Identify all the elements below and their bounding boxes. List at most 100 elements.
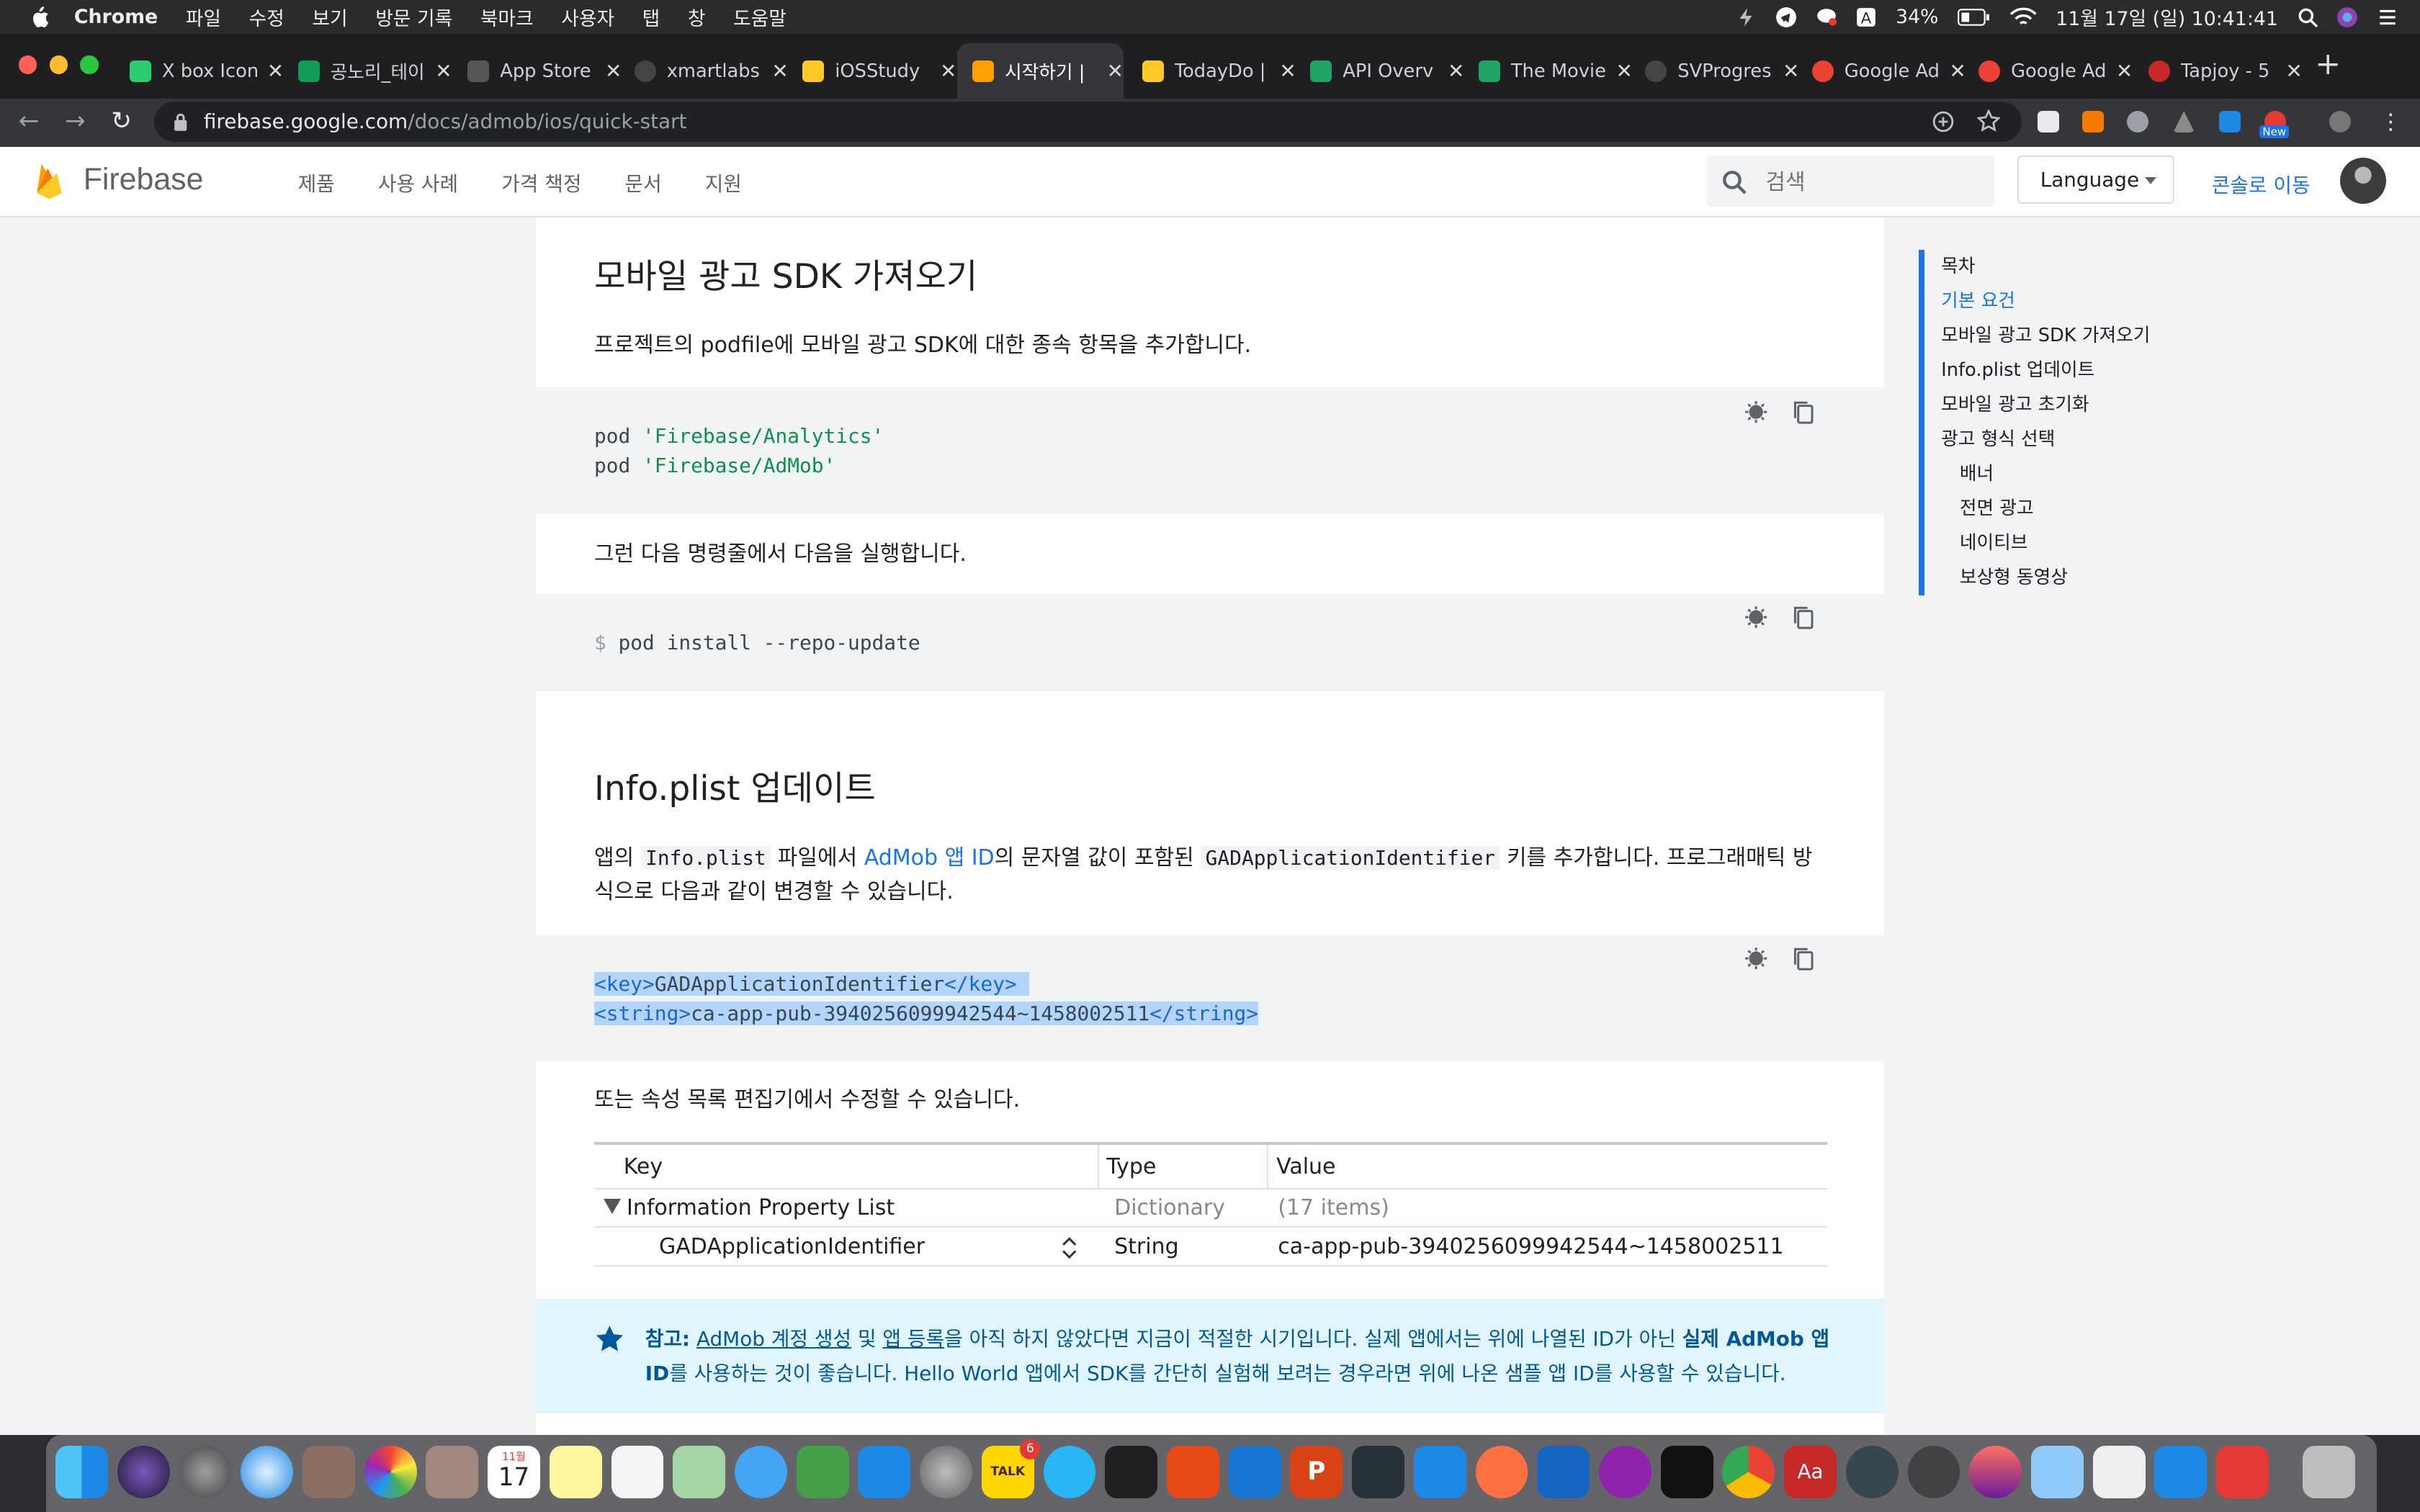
textedit-icon[interactable] (2092, 1445, 2146, 1498)
tab-close-icon[interactable]: ✕ (267, 59, 284, 83)
tab-movie[interactable]: The Movie ✕ (1478, 50, 1633, 93)
tab-close-icon[interactable]: ✕ (1279, 59, 1296, 83)
tab-iosstudy[interactable]: iOSStudy ✕ (802, 50, 956, 93)
powerpoint-icon[interactable]: P (1290, 1445, 1343, 1498)
telegram-icon[interactable] (1775, 6, 1797, 28)
tab-xbox-icon[interactable]: X box Icon ✕ (130, 50, 284, 93)
tab-close-icon[interactable]: ✕ (605, 59, 622, 83)
address-bar[interactable]: firebase.google.com/docs/admob/ios/quick… (154, 102, 2022, 143)
menu-edit[interactable]: 수정 (249, 3, 284, 31)
siri-icon[interactable] (2336, 6, 2358, 28)
downloads-folder-icon[interactable] (2154, 1445, 2208, 1498)
nav-support[interactable]: 지원 (705, 168, 742, 197)
macos-installer-icon[interactable] (1969, 1445, 2022, 1498)
copy-icon[interactable] (1791, 946, 1815, 971)
messages-icon[interactable] (734, 1445, 787, 1498)
toc-subitem-interstitial[interactable]: 전면 광고 (1941, 492, 2150, 526)
image-capture-icon[interactable] (302, 1445, 355, 1498)
menu-view[interactable]: 보기 (312, 3, 347, 31)
podcasts-icon[interactable] (1598, 1445, 1652, 1498)
tab-svprogress[interactable]: SVProgres ✕ (1645, 50, 1799, 93)
lock-icon[interactable] (173, 112, 188, 132)
tab-app-store[interactable]: App Store ✕ (467, 50, 622, 93)
battery-icon[interactable] (1957, 6, 1991, 28)
spotlight-search-icon[interactable] (2297, 6, 2318, 28)
nav-products[interactable]: 제품 (298, 168, 335, 197)
toc-subitem-rewarded-video[interactable]: 보상형 동영상 (1941, 561, 2150, 595)
tab-google-ads-2[interactable]: Google Ad ✕ (1978, 50, 2133, 93)
tab-google-ads-1[interactable]: Google Ad ✕ (1811, 50, 1966, 93)
maps-icon[interactable] (673, 1445, 726, 1498)
stepper-arrows-icon[interactable] (1062, 1234, 1077, 1262)
apple-tv-icon[interactable] (1660, 1445, 1713, 1498)
photos-icon[interactable] (364, 1445, 417, 1498)
launchpad-icon[interactable] (179, 1445, 232, 1498)
chrome-icon[interactable] (1722, 1445, 1775, 1498)
language-dropdown[interactable]: Language (2017, 156, 2175, 204)
tab-tapjoy[interactable]: Tapjoy - 5 ✕ (2148, 50, 2303, 93)
network-utility-icon[interactable] (1907, 1445, 1960, 1498)
bookmark-star-icon[interactable] (1976, 109, 2001, 132)
tab-close-icon[interactable]: ✕ (1107, 59, 1124, 83)
dark-theme-toggle-icon[interactable] (1744, 400, 1768, 424)
tab-close-icon[interactable]: ✕ (1616, 59, 1633, 83)
wifi-icon[interactable] (2009, 6, 2038, 28)
bolt-icon[interactable] (1735, 6, 1757, 28)
forward-arrow-icon[interactable]: → (65, 107, 86, 135)
finder-icon[interactable] (55, 1445, 108, 1498)
terminal-icon[interactable] (1105, 1445, 1158, 1498)
tab-close-icon[interactable]: ✕ (940, 59, 956, 83)
dark-theme-toggle-icon[interactable] (1744, 946, 1768, 971)
chrome-menu-icon[interactable]: ⋮ (2380, 109, 2401, 135)
chat-icon[interactable] (1816, 6, 1837, 28)
tab-close-icon[interactable]: ✕ (1783, 59, 1799, 83)
tab-api-overview[interactable]: API Overv ✕ (1310, 50, 1464, 93)
tab-spreadsheet[interactable]: 공노리_테이 ✕ (297, 50, 452, 93)
extension-ex-icon[interactable] (2081, 111, 2104, 133)
menu-help[interactable]: 도움말 (733, 3, 786, 31)
tab-close-icon[interactable]: ✕ (771, 59, 788, 83)
tab-xmartlabs[interactable]: xmartlabs ✕ (634, 50, 789, 93)
safari-icon[interactable] (241, 1445, 294, 1498)
zoom-window-button[interactable] (80, 55, 99, 74)
menu-history[interactable]: 방문 기록 (375, 3, 452, 31)
contacts-icon[interactable] (426, 1445, 479, 1498)
nav-use-cases[interactable]: 사용 사례 (378, 168, 458, 197)
xcode-icon[interactable] (1228, 1445, 1281, 1498)
profile-avatar-icon[interactable] (2329, 111, 2351, 133)
calendar-icon[interactable]: 11월 17 (488, 1445, 540, 1498)
telegram-icon[interactable] (1043, 1445, 1096, 1498)
toc-item-select-format[interactable]: 광고 형식 선택 (1941, 423, 2150, 457)
keynote-icon[interactable] (2030, 1445, 2084, 1498)
extension-s-icon[interactable] (2219, 111, 2241, 133)
notification-center-icon[interactable] (2377, 6, 2398, 28)
trash-icon[interactable] (2303, 1445, 2355, 1498)
reminders-icon[interactable] (611, 1445, 664, 1498)
tab-active-getting-started[interactable]: 시작하기 | ✕ (956, 42, 1124, 99)
app-store-icon[interactable] (858, 1445, 911, 1498)
facetime-icon[interactable] (796, 1445, 849, 1498)
flash-icon[interactable] (2216, 1445, 2269, 1498)
back-arrow-icon[interactable]: ← (19, 107, 40, 135)
toc-subitem-banner[interactable]: 배너 (1941, 457, 2150, 492)
table-row[interactable]: GADApplicationIdentifier String ca-app-p… (593, 1228, 1828, 1266)
minimize-window-button[interactable] (49, 55, 68, 74)
search-input[interactable] (1762, 168, 1985, 197)
go-to-console-link[interactable]: 콘솔로 이동 (2212, 170, 2311, 199)
tab-close-icon[interactable]: ✕ (1949, 59, 1966, 83)
toc-item-import-sdk[interactable]: 모바일 광고 SDK 가져오기 (1941, 319, 2150, 354)
clock[interactable]: 11월 17일 (일) 10:41:41 (2056, 3, 2278, 31)
register-app-link[interactable]: 앱 등록 (882, 1327, 944, 1351)
google-drive-icon[interactable] (2173, 111, 2195, 133)
user-avatar[interactable] (2339, 157, 2386, 204)
notes-icon[interactable] (549, 1445, 602, 1498)
siri-icon[interactable] (117, 1445, 170, 1498)
copy-icon[interactable] (1791, 605, 1815, 629)
firebase-logo-icon[interactable] (34, 161, 65, 201)
toc-item-prerequisites[interactable]: 기본 요건 (1941, 284, 2150, 319)
close-window-button[interactable] (18, 55, 37, 74)
brand-name[interactable]: Firebase (84, 162, 204, 197)
menu-people[interactable]: 사용자 (561, 3, 614, 31)
disclosure-triangle-icon[interactable] (603, 1198, 621, 1214)
sourcetree-icon[interactable] (1166, 1445, 1219, 1498)
